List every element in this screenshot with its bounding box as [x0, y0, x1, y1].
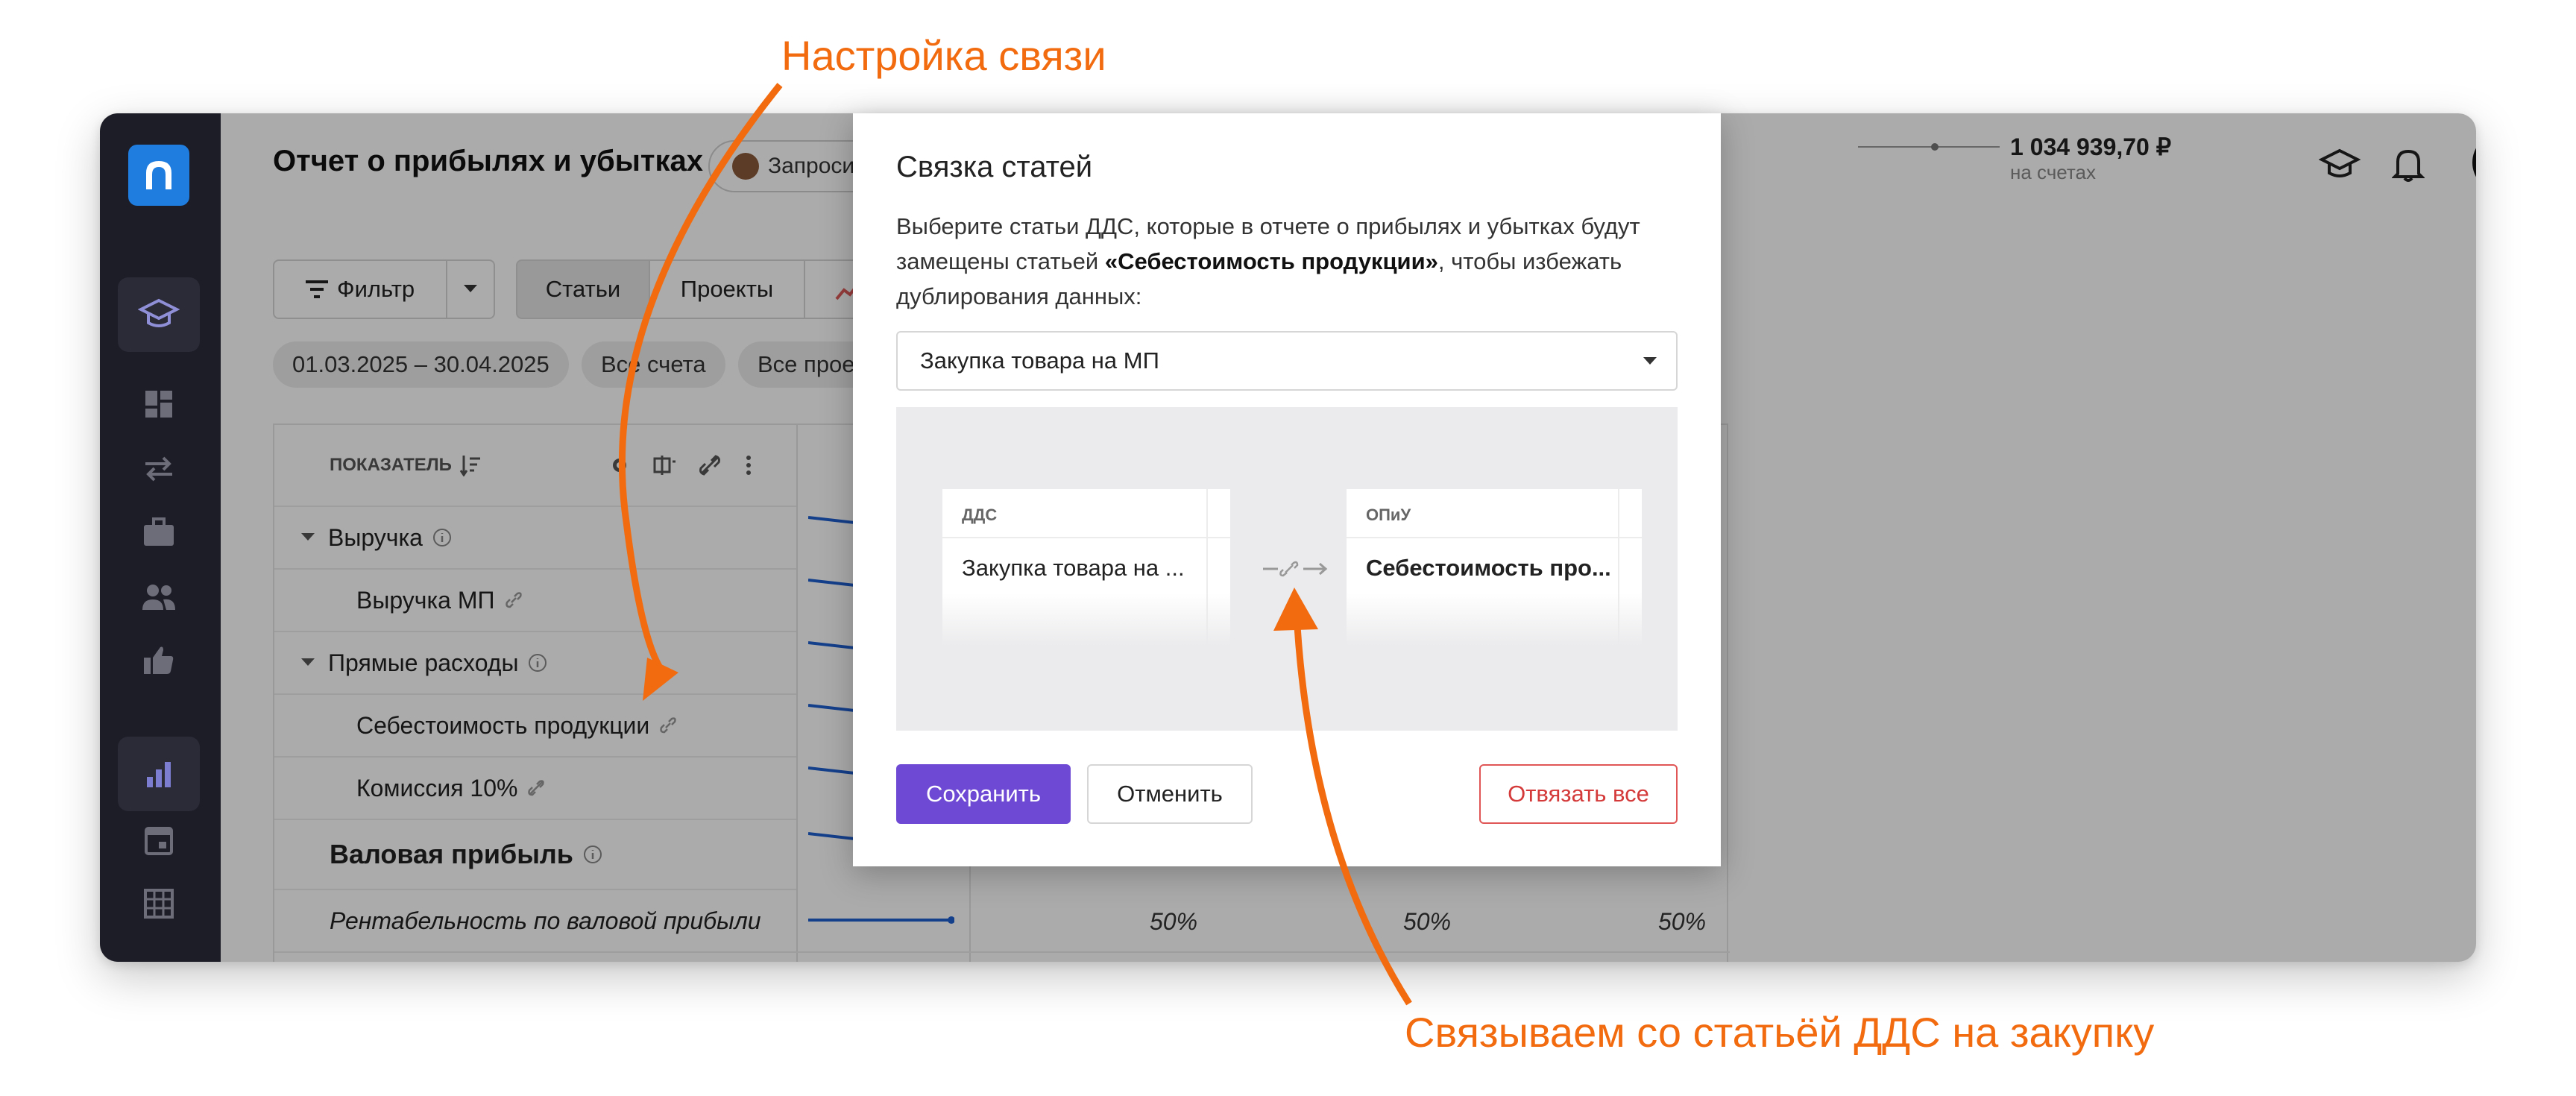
annotation-arrows — [618, 83, 1412, 1006]
arrowhead-icon — [1273, 588, 1318, 631]
arrowhead-icon — [643, 658, 678, 701]
annotation-arrow-top — [618, 83, 783, 673]
annotation-bottom: Связываем со статьёй ДДС на закупку — [1405, 1009, 2155, 1056]
annotation-top: Настройка связи — [781, 32, 1106, 79]
annotation-arrow-bottom — [1294, 626, 1412, 1006]
